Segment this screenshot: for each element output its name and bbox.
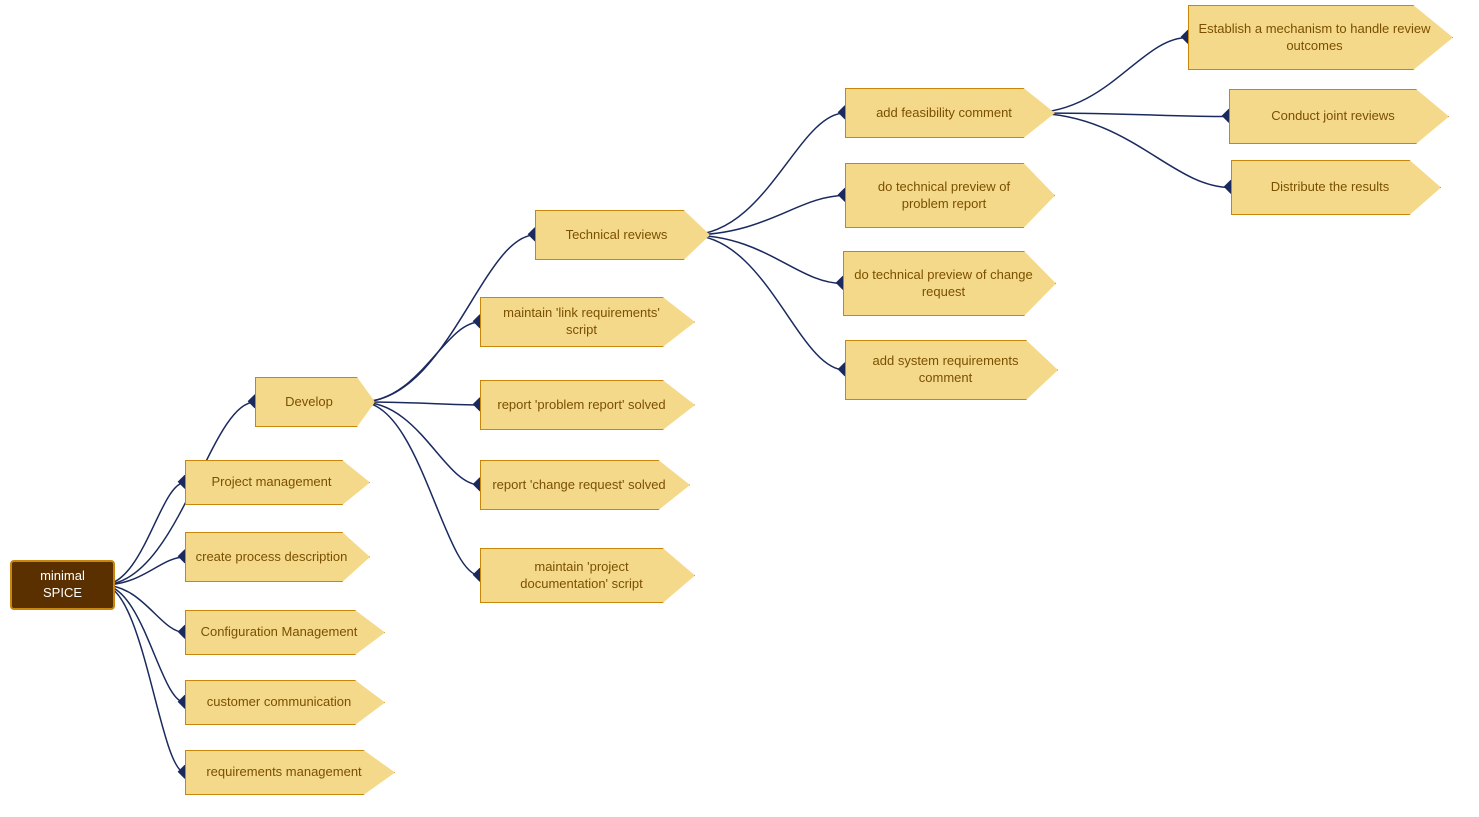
node-distribute_results: Distribute the results bbox=[1231, 160, 1441, 215]
node-req_mgmt: requirements management bbox=[185, 750, 395, 795]
node-report_change: report 'change request' solved bbox=[480, 460, 690, 510]
node-establish_mechanism: Establish a mechanism to handle review o… bbox=[1188, 5, 1453, 70]
node-conduct_reviews: Conduct joint reviews bbox=[1229, 89, 1449, 144]
node-maintain_link: maintain 'link requirements' script bbox=[480, 297, 695, 347]
node-project_management: Project management bbox=[185, 460, 370, 505]
node-root: minimal SPICE bbox=[10, 560, 115, 610]
diagram: minimal SPICE Project management create pr… bbox=[0, 0, 1479, 817]
node-tech_reviews: Technical reviews bbox=[535, 210, 710, 260]
node-maintain_proj: maintain 'project documentation' script bbox=[480, 548, 695, 603]
node-add_feasibility: add feasibility comment bbox=[845, 88, 1055, 138]
node-develop: Develop bbox=[255, 377, 375, 427]
node-tech_preview_change: do technical preview of change request bbox=[843, 251, 1056, 316]
node-create_process: create process description bbox=[185, 532, 370, 582]
node-report_problem: report 'problem report' solved bbox=[480, 380, 695, 430]
node-customer_comm: customer communication bbox=[185, 680, 385, 725]
node-config_mgmt: Configuration Management bbox=[185, 610, 385, 655]
node-tech_preview_problem: do technical preview of problem report bbox=[845, 163, 1055, 228]
node-add_system_req: add system requirements comment bbox=[845, 340, 1058, 400]
